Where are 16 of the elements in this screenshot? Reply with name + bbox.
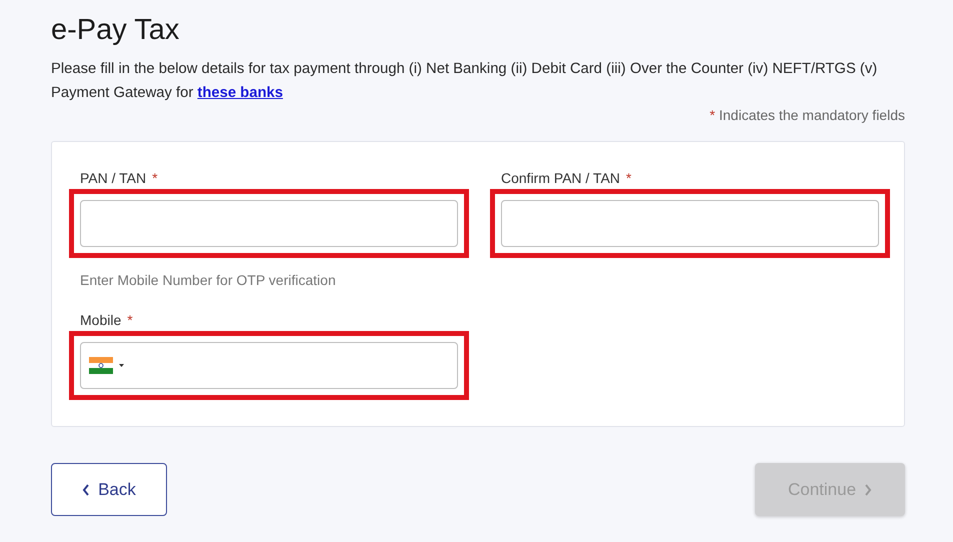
hint-text: Enter Mobile Number for OTP verification (80, 272, 337, 288)
page-title: e-Pay Tax (51, 14, 180, 47)
caret-icon (119, 364, 124, 367)
field-label: Confirm PAN / TAN * (501, 170, 632, 186)
field-label: PAN / TAN * (80, 170, 159, 186)
chevron-right-icon (864, 484, 872, 496)
field-label: Mobile * (80, 312, 134, 328)
chevron-left-icon (82, 484, 90, 496)
flag-icon (89, 357, 113, 374)
text-field[interactable] (80, 200, 458, 247)
mandatory-note: * Indicates the mandatory fields (708, 107, 905, 123)
back-button[interactable]: Back (51, 463, 167, 516)
banks-link[interactable]: these banks (197, 85, 283, 101)
description-text: Please fill in the below details for tax payment through (i) Net Banking (ii) Debit Card (iii) Over the Counter (iv) NEFT/RTGS (v) Payment Gateway for these banks (51, 60, 878, 103)
mobile-field[interactable] (80, 342, 458, 389)
text-field[interactable] (501, 200, 879, 247)
